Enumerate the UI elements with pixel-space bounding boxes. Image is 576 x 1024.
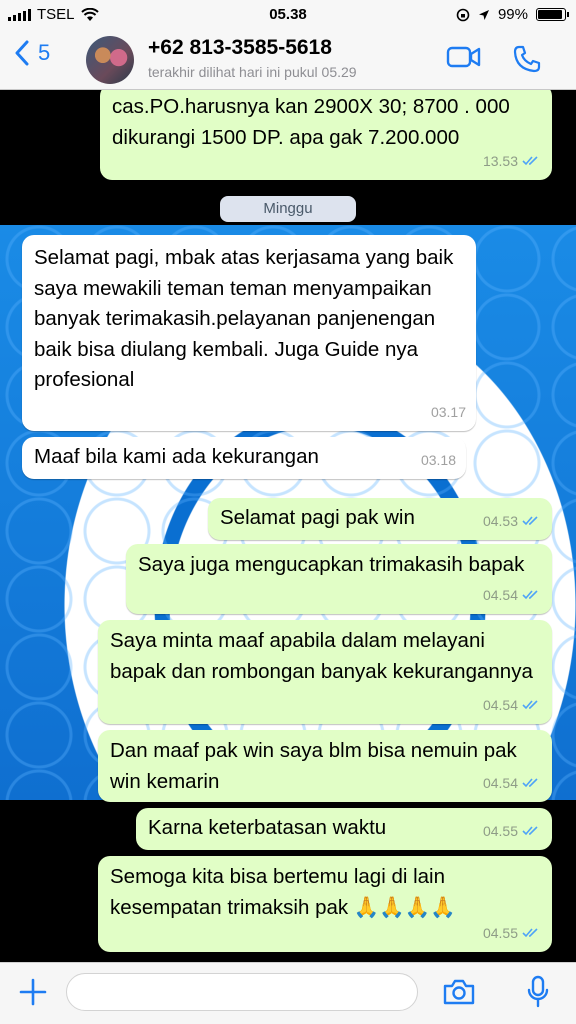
- message-text: Dan maaf pak win saya blm bisa nemuin pa…: [110, 739, 517, 793]
- chat-header: 5 +62 813-3585-5618 terakhir dilihat har…: [0, 30, 576, 90]
- message-meta: 04.55: [483, 816, 542, 847]
- message-input-bar: [0, 962, 576, 1024]
- message-time: 04.53: [482, 512, 518, 529]
- plus-icon[interactable]: [18, 977, 48, 1007]
- microphone-icon[interactable]: [526, 975, 550, 1009]
- message-time: 04.54: [482, 774, 518, 791]
- message-meta: 03.17: [431, 397, 466, 428]
- read-ticks-icon: [522, 156, 538, 166]
- last-seen-status: terakhir dilihat hari ini pukul 05.29: [148, 64, 357, 80]
- message-time: 04.54: [482, 586, 518, 603]
- day-separator: Minggu: [220, 196, 356, 222]
- message-meta: 04.54: [483, 768, 542, 799]
- status-bar: TSEL 05.38 99%: [0, 0, 576, 30]
- message-meta: 04.53: [483, 506, 542, 537]
- message-time: 04.55: [482, 822, 518, 839]
- message-text: Karna keterbatasan waktu: [148, 816, 387, 839]
- message-input[interactable]: [66, 973, 418, 1011]
- status-right: 99%: [456, 6, 569, 23]
- message-text: cas.PO.harusnya kan 2900X 30; 8700 . 000…: [112, 95, 510, 149]
- unread-count: 5: [38, 40, 51, 65]
- chat-area[interactable]: cas.PO.harusnya kan 2900X 30; 8700 . 000…: [0, 90, 576, 962]
- message-bubble[interactable]: Semoga kita bisa bertemu lagi di lain ke…: [98, 856, 552, 952]
- phone-call-icon[interactable]: [512, 44, 542, 74]
- battery-level: [538, 10, 562, 19]
- read-ticks-icon: [522, 700, 538, 710]
- message-meta: 13.53: [483, 146, 542, 177]
- battery-icon: [536, 8, 569, 21]
- back-button[interactable]: 5: [14, 40, 50, 66]
- read-ticks-icon: [522, 826, 538, 836]
- read-ticks-icon: [522, 590, 538, 600]
- message-time: 13.53: [482, 152, 518, 169]
- message-meta: 04.54: [483, 690, 542, 721]
- message-time: 04.55: [482, 924, 518, 941]
- video-call-icon[interactable]: [446, 44, 482, 70]
- message-bubble[interactable]: Dan maaf pak win saya blm bisa nemuin pa…: [98, 730, 552, 802]
- read-ticks-icon: [522, 516, 538, 526]
- camera-icon[interactable]: [442, 977, 476, 1007]
- message-meta: 04.54: [483, 580, 542, 611]
- message-bubble[interactable]: cas.PO.harusnya kan 2900X 30; 8700 . 000…: [100, 90, 552, 180]
- message-text: Saya minta maaf apabila dalam melayani b…: [110, 629, 533, 683]
- battery-percent: 99%: [497, 6, 528, 23]
- read-ticks-icon: [522, 928, 538, 938]
- message-bubble[interactable]: Karna keterbatasan waktu 04.55: [136, 808, 552, 850]
- contact-name[interactable]: +62 813-3585-5618: [148, 36, 332, 60]
- message-meta: 03.18: [421, 445, 456, 476]
- chevron-left-icon: [15, 40, 29, 66]
- message-time: 03.18: [420, 451, 456, 468]
- message-bubble[interactable]: Selamat pagi pak win 04.53: [208, 498, 552, 540]
- avatar[interactable]: [86, 36, 134, 84]
- message-time: 03.17: [430, 403, 466, 420]
- message-text: Semoga kita bisa bertemu lagi di lain ke…: [110, 865, 456, 919]
- message-text: Saya juga mengucapkan trimakasih bapak: [138, 553, 525, 576]
- message-bubble[interactable]: Saya minta maaf apabila dalam melayani b…: [98, 620, 552, 724]
- message-bubble[interactable]: Selamat pagi, mbak atas kerjasama yang b…: [22, 235, 476, 431]
- message-meta: 04.55: [483, 918, 542, 949]
- message-time: 04.54: [482, 696, 518, 713]
- read-ticks-icon: [522, 778, 538, 788]
- location-icon: [478, 9, 489, 20]
- orientation-lock-icon: [456, 8, 470, 21]
- message-text: Maaf bila kami ada kekurangan: [34, 445, 319, 468]
- message-bubble[interactable]: Maaf bila kami ada kekurangan 03.18: [22, 437, 466, 479]
- message-text: Selamat pagi, mbak atas kerjasama yang b…: [34, 246, 454, 391]
- message-bubble[interactable]: Saya juga mengucapkan trimakasih bapak 0…: [126, 544, 552, 614]
